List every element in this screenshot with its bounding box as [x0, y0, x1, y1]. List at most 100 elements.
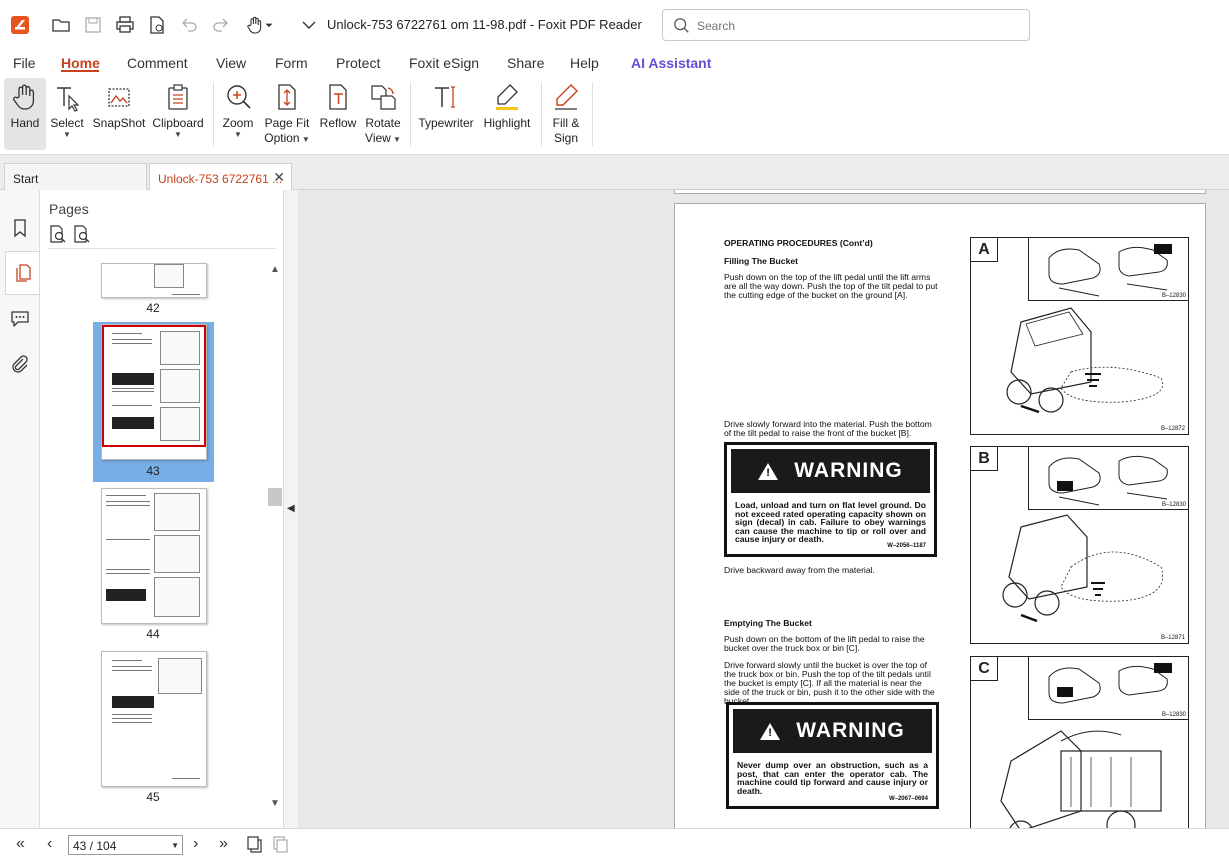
select-text-icon [57, 87, 80, 112]
page-number-input[interactable] [73, 838, 163, 853]
scroll-down-icon[interactable]: ▼ [270, 798, 280, 809]
figure-code: B–12871 [1160, 635, 1185, 641]
zoom-button[interactable]: Zoom ▼ [219, 78, 257, 150]
warning-title: WARNING [796, 719, 905, 742]
loader-illustration [1002, 514, 1163, 623]
fill-sign-label: Fill & Sign [552, 116, 580, 145]
page-fit-label: Page Fit Option ▼ [264, 116, 310, 145]
snapshot-label: SnapShot [92, 116, 146, 130]
next-page-icon[interactable]: › [193, 835, 198, 853]
undo-icon[interactable] [177, 13, 201, 37]
last-page-icon[interactable]: » [219, 835, 228, 853]
menu-foxit-esign[interactable]: Foxit eSign [409, 55, 479, 71]
next-view-icon[interactable] [271, 836, 291, 854]
highlight-icon [496, 84, 518, 110]
menu-file[interactable]: File [13, 55, 36, 71]
menu-form[interactable]: Form [275, 55, 308, 71]
pedal-inset-illustration: B–12830 [1028, 657, 1189, 720]
reflow-button[interactable]: Reflow [317, 78, 359, 150]
menu-ai-assistant[interactable]: AI Assistant [631, 55, 711, 71]
select-button[interactable]: Select ▼ [48, 78, 86, 150]
warning-code: W–2056–1187 [887, 543, 926, 549]
enlarge-thumbnails-icon[interactable] [48, 225, 68, 243]
snapshot-button[interactable]: SnapShot [90, 78, 148, 150]
redo-icon[interactable] [209, 13, 233, 37]
clipboard-icon [168, 84, 188, 110]
search-box[interactable] [662, 9, 1030, 41]
quick-access-dropdown-icon[interactable] [297, 13, 321, 37]
clipboard-caret-icon[interactable]: ▼ [174, 131, 182, 139]
menu-comment[interactable]: Comment [127, 55, 188, 71]
save-icon[interactable] [81, 13, 105, 37]
panel-divider [48, 248, 276, 249]
previous-page-icon[interactable]: ‹ [47, 835, 52, 853]
fill-sign-button[interactable]: Fill & Sign [546, 78, 586, 150]
scrollbar-thumb[interactable] [268, 488, 282, 506]
page-number-box[interactable]: ▼ [68, 835, 183, 855]
snapshot-icon [108, 88, 130, 107]
window-title: Unlock-753 6722761 om 11-98.pdf - Foxit … [327, 17, 642, 32]
select-caret-icon[interactable]: ▼ [63, 131, 71, 139]
emptying-title: Emptying The Bucket [724, 618, 812, 628]
file-properties-icon[interactable] [145, 13, 169, 37]
reflow-label: Reflow [319, 116, 357, 130]
document-view[interactable]: OPERATING PROCEDURES (Cont’d) Filling Th… [298, 190, 1229, 828]
clipboard-button[interactable]: Clipboard ▼ [150, 78, 206, 150]
close-tab-icon[interactable]: ✕ [273, 169, 285, 186]
pages-panel-icon[interactable] [5, 251, 40, 295]
warning-triangle-icon: ! [760, 722, 781, 740]
pages-scrollbar[interactable]: ▲ ▼ [268, 264, 282, 820]
menu-share[interactable]: Share [507, 55, 544, 71]
warning-box-2: ! WARNING Never dump over an obstruction… [726, 702, 939, 809]
scroll-up-icon[interactable]: ▲ [270, 264, 280, 275]
comments-icon[interactable] [6, 304, 34, 332]
highlight-button[interactable]: Highlight [478, 78, 536, 150]
warning-triangle-icon: ! [758, 462, 779, 480]
menu-protect[interactable]: Protect [336, 55, 380, 71]
ribbon-separator [213, 82, 214, 146]
inset-code: B–12830 [1161, 712, 1186, 718]
previous-view-icon[interactable] [245, 836, 265, 854]
page-thumbnail-45[interactable] [101, 651, 207, 787]
page-thumbnail-44[interactable] [101, 488, 207, 624]
fill-sign-icon [555, 84, 578, 110]
search-icon [674, 18, 689, 33]
attachments-icon[interactable] [6, 350, 34, 378]
warning-text: Load, unload and turn on flat level grou… [735, 500, 926, 545]
warning-box-1: ! WARNING Load, unload and turn on flat … [724, 442, 937, 557]
customize-caret-icon[interactable] [262, 13, 276, 37]
reduce-thumbnails-icon[interactable] [72, 225, 92, 243]
figure-c: C B–12830 [970, 656, 1189, 828]
page-thumbnail-42[interactable] [101, 263, 207, 298]
search-input[interactable] [697, 16, 1017, 36]
tab-start[interactable]: Start [4, 163, 147, 190]
drive-backward-text: Drive backward away from the material. [724, 565, 875, 575]
print-icon[interactable] [113, 13, 137, 37]
hand-button[interactable]: Hand [4, 78, 46, 150]
bookmarks-icon[interactable] [6, 214, 34, 242]
title-bar: Unlock-753 6722761 om 11-98.pdf - Foxit … [0, 0, 1229, 50]
tab-document[interactable]: Unlock-753 6722761 ... ✕ [149, 163, 292, 190]
figure-letter: B [971, 447, 998, 471]
rotate-view-button[interactable]: Rotate View ▼ [362, 78, 404, 150]
zoom-icon [227, 85, 251, 109]
thumbnail-number: 43 [146, 464, 160, 478]
pages-panel: Pages 42 43 44 45 [40, 190, 284, 828]
first-page-icon[interactable]: « [16, 835, 25, 853]
menu-help[interactable]: Help [570, 55, 599, 71]
typewriter-button[interactable]: Typewriter [416, 78, 476, 150]
select-label: Select [50, 116, 84, 130]
collapse-panel-icon[interactable]: ◀ [287, 503, 295, 514]
figure-letter: A [971, 238, 998, 262]
ribbon-separator [592, 82, 593, 146]
zoom-caret-icon[interactable]: ▼ [234, 131, 242, 139]
menu-home[interactable]: Home [61, 55, 100, 71]
foxit-logo-icon[interactable] [8, 13, 32, 37]
page-fit-option-button[interactable]: Page Fit Option ▼ [262, 78, 312, 150]
ribbon-separator [541, 82, 542, 146]
open-folder-icon[interactable] [49, 13, 73, 37]
menu-view[interactable]: View [216, 55, 246, 71]
typewriter-label: Typewriter [418, 116, 474, 130]
page-dropdown-icon[interactable]: ▼ [171, 841, 179, 850]
page-thumbnail-43[interactable] [101, 324, 207, 460]
